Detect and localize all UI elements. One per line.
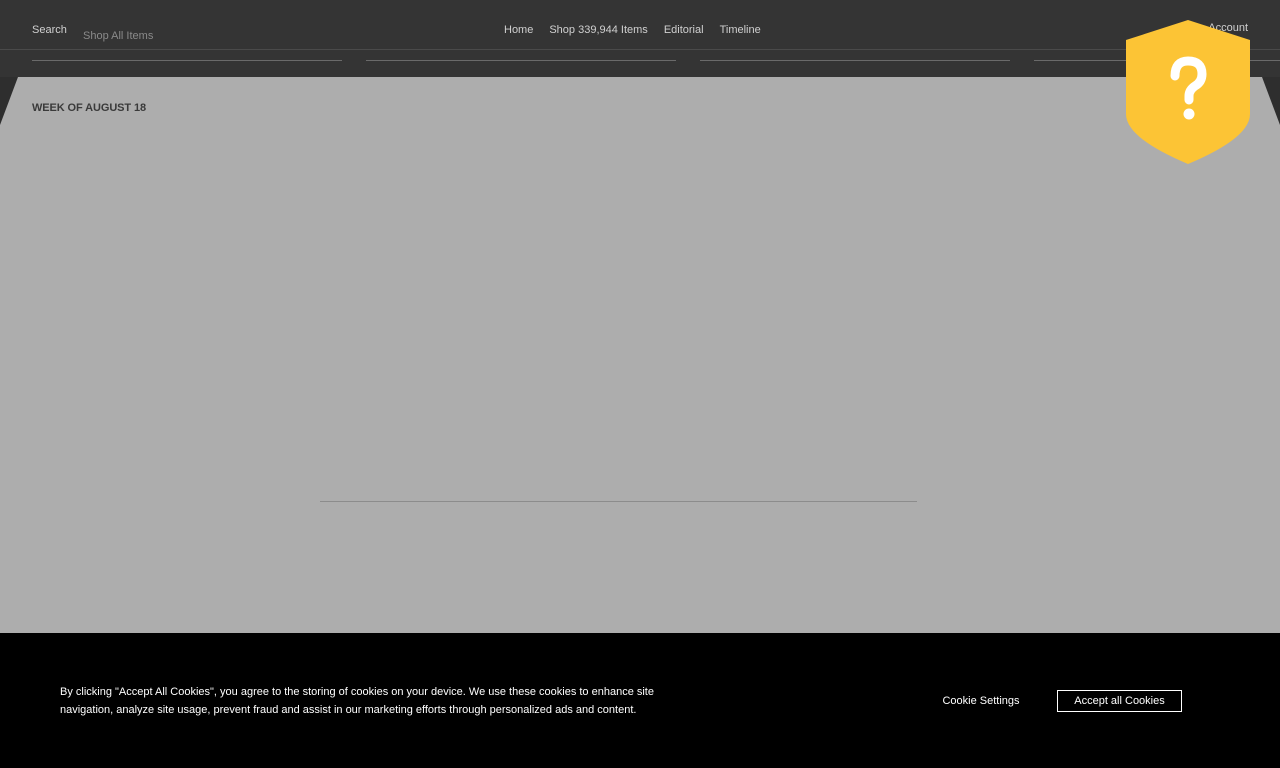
cookie-settings-button[interactable]: Cookie Settings — [926, 690, 1036, 712]
cookie-notice-text: By clicking "Accept All Cookies", you ag… — [60, 686, 654, 716]
category-strip — [0, 50, 1280, 77]
strip-divider — [366, 60, 676, 61]
content-divider — [320, 501, 917, 502]
nav-editorial[interactable]: Editorial — [664, 24, 704, 36]
nav-timeline[interactable]: Timeline — [720, 24, 761, 36]
strip-divider — [700, 60, 1010, 61]
main-content: WEEK OF AUGUST 18 — [0, 77, 1280, 633]
search-suggestion-text: Shop All Items — [83, 30, 154, 42]
cookie-banner: By clicking "Accept All Cookies", you ag… — [0, 633, 1280, 768]
week-heading: WEEK OF AUGUST 18 — [32, 102, 147, 114]
question-shield-icon — [1126, 20, 1250, 164]
help-button[interactable] — [1126, 20, 1250, 164]
nav-shop[interactable]: Shop 339,944 Items — [549, 24, 647, 36]
search-link[interactable]: Search — [32, 24, 67, 36]
main-nav: Home Shop 339,944 Items Editorial Timeli… — [504, 24, 761, 36]
accept-cookies-button[interactable]: Accept all Cookies — [1057, 690, 1182, 712]
site-header: Search Shop All Items Home Shop 339,944 … — [0, 0, 1280, 50]
strip-divider — [32, 60, 342, 61]
nav-home[interactable]: Home — [504, 24, 533, 36]
